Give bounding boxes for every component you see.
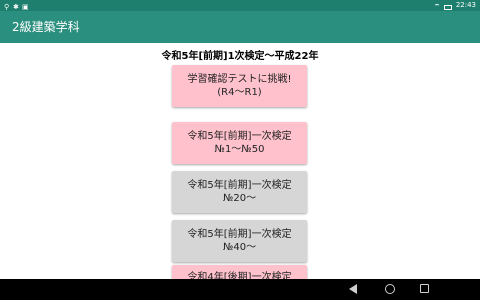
item-label-line2: (R4〜R1) bbox=[217, 87, 262, 98]
item-label-line2: №40〜 bbox=[222, 242, 257, 253]
item-label-line1: 令和5年[前期]一次検定 bbox=[187, 180, 292, 191]
status-right: 22:43 bbox=[433, 0, 476, 11]
notification-icons: ⚲ ✱ ▣ bbox=[4, 0, 29, 11]
content-area[interactable]: 令和5年[前期]1次検定〜平成22年 学習確認テストに挑戦! (R4〜R1) 令… bbox=[0, 43, 480, 279]
wifi-icon bbox=[433, 3, 440, 10]
practice-test-button[interactable]: 学習確認テストに挑戦! (R4〜R1) bbox=[172, 65, 307, 107]
home-icon[interactable] bbox=[385, 284, 395, 294]
page-subtitle: 令和5年[前期]1次検定〜平成22年 bbox=[161, 51, 319, 62]
image-icon: ▣ bbox=[22, 3, 29, 11]
item-label-line1: 令和5年[前期]一次検定 bbox=[187, 229, 292, 240]
status-time: 22:43 bbox=[455, 1, 476, 9]
exam-r5-early-20-button[interactable]: 令和5年[前期]一次検定 №20〜 bbox=[172, 171, 307, 213]
item-label-line1: 令和5年[前期]一次検定 bbox=[187, 131, 292, 142]
exam-r5-early-40-button[interactable]: 令和5年[前期]一次検定 №40〜 bbox=[172, 220, 307, 262]
status-bar: ⚲ ✱ ▣ 22:43 bbox=[0, 0, 480, 11]
back-icon[interactable] bbox=[349, 284, 357, 294]
system-nav-bar bbox=[0, 279, 480, 300]
item-label-line2: №20〜 bbox=[222, 193, 257, 204]
app-bar: 2級建築学科 bbox=[0, 11, 480, 43]
battery-icon bbox=[443, 4, 452, 10]
item-label-line1: 令和4年[後期]一次検定 bbox=[187, 272, 292, 279]
bug-icon: ✱ bbox=[13, 3, 19, 11]
item-label-line1: 学習確認テストに挑戦! bbox=[187, 74, 292, 85]
app-title: 2級建築学科 bbox=[12, 20, 80, 34]
usb-icon: ⚲ bbox=[4, 3, 10, 11]
exam-r4-late-button[interactable]: 令和4年[後期]一次検定 bbox=[172, 265, 307, 279]
recent-apps-icon[interactable] bbox=[420, 284, 429, 293]
item-label-line2: №1〜№50 bbox=[214, 144, 265, 155]
exam-r5-early-1-50-button[interactable]: 令和5年[前期]一次検定 №1〜№50 bbox=[172, 122, 307, 164]
